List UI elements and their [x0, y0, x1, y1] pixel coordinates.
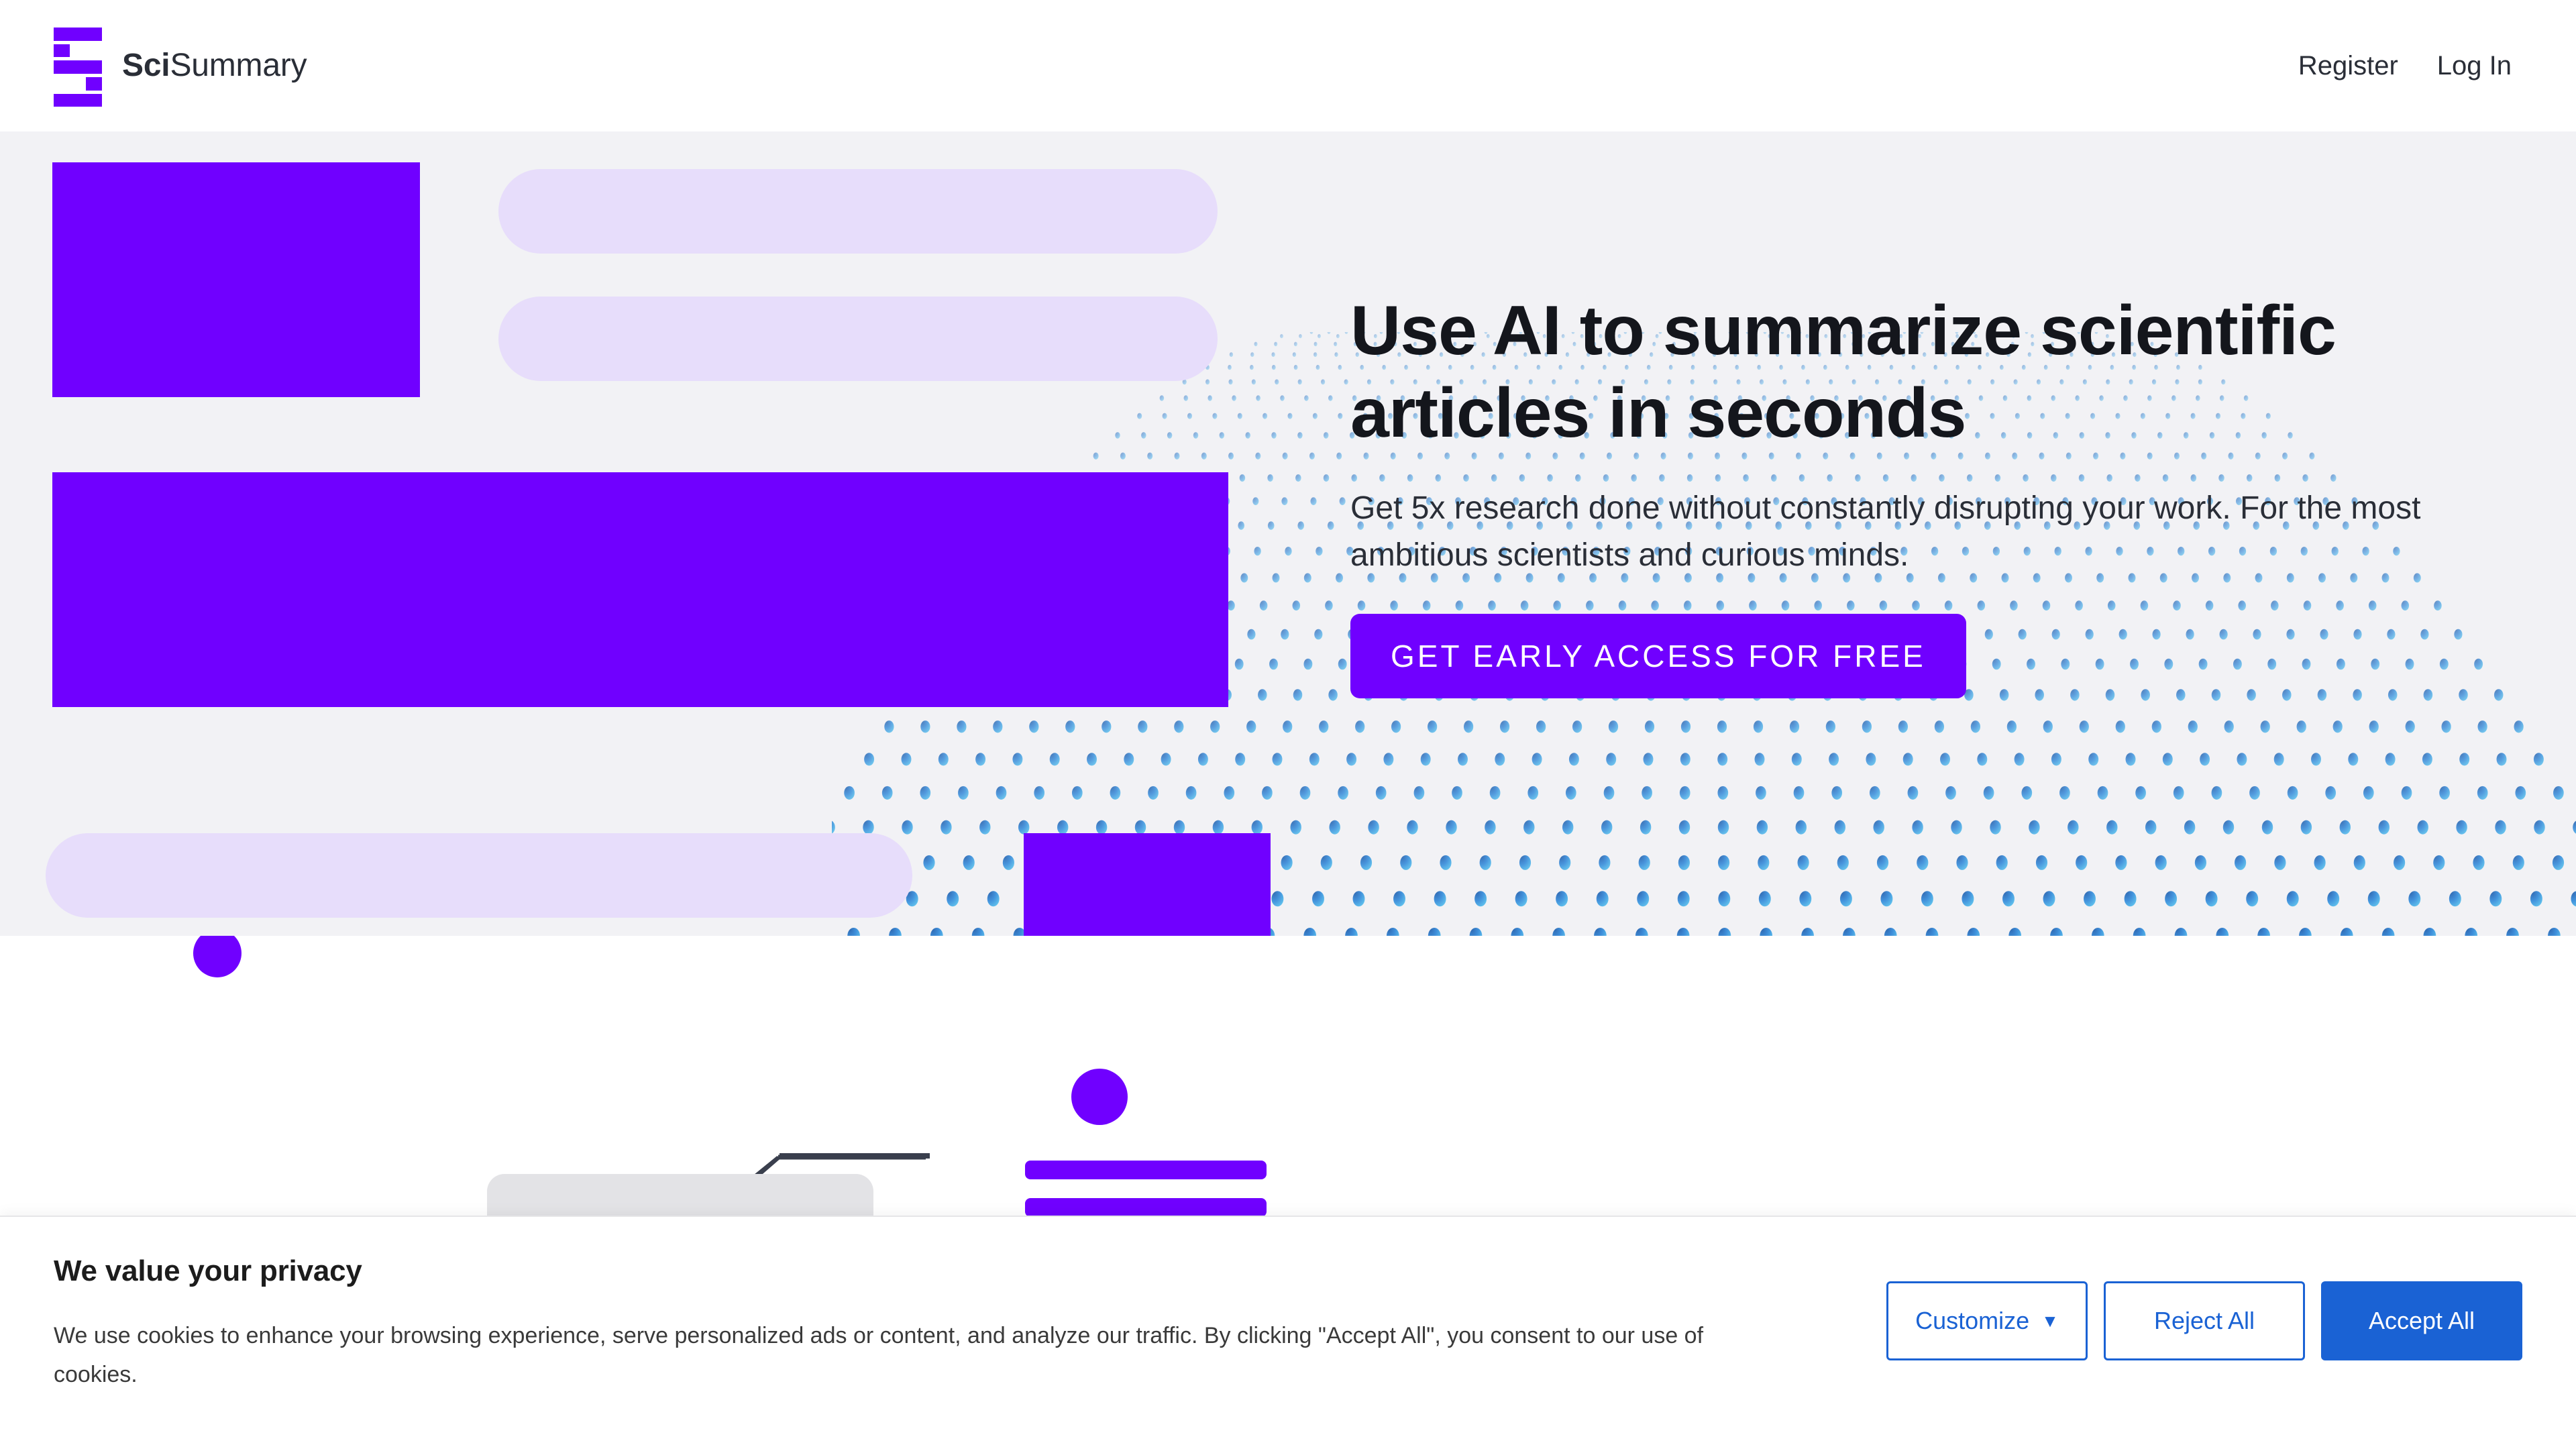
cookie-text-wrap: We value your privacy We use cookies to … — [54, 1254, 1744, 1395]
chevron-down-icon: ▼ — [2041, 1311, 2059, 1331]
brand-name: SciSummary — [122, 50, 307, 82]
header-nav: Register Log In — [2298, 51, 2512, 81]
cookie-banner-actions: Customize ▼ Reject All Accept All — [1886, 1254, 2522, 1360]
brand-name-light: Summary — [170, 48, 307, 83]
hero-section: Use AI to summarize scientific articles … — [0, 131, 2576, 936]
diagram-node-main — [1071, 1069, 1128, 1125]
get-early-access-button[interactable]: GET EARLY ACCESS FOR FREE — [1350, 613, 1966, 698]
hero-title: Use AI to summarize scientific articles … — [1350, 292, 2337, 452]
skeleton-block-banner — [52, 472, 1228, 707]
brand-logo[interactable]: SciSummary — [54, 25, 307, 107]
brand-name-bold: Sci — [122, 48, 170, 83]
hero-copy: Use AI to summarize scientific articles … — [1350, 290, 2451, 698]
cookie-banner-title: We value your privacy — [54, 1254, 362, 1287]
hero-subtitle: Get 5x research done without constantly … — [1350, 490, 2421, 574]
customize-label: Customize — [1915, 1307, 2030, 1334]
nav-register-link[interactable]: Register — [2298, 51, 2398, 81]
diagram-summary-bar-1 — [1025, 1161, 1267, 1179]
skeleton-block-small — [1024, 833, 1271, 936]
skeleton-line-2 — [498, 297, 1218, 381]
cookie-consent-banner: We value your privacy We use cookies to … — [0, 1216, 2576, 1449]
skeleton-block-image — [52, 162, 420, 397]
diagram-summary-bar-2 — [1025, 1198, 1267, 1217]
site-header: SciSummary Register Log In — [0, 0, 2576, 131]
scisummary-bars-logo-icon — [54, 25, 102, 107]
skeleton-line-1 — [498, 169, 1218, 254]
accept-all-button[interactable]: Accept All — [2321, 1281, 2522, 1360]
reject-all-button[interactable]: Reject All — [2104, 1281, 2305, 1360]
skeleton-line-3 — [46, 833, 912, 918]
customize-cookies-button[interactable]: Customize ▼ — [1886, 1281, 2088, 1360]
nav-login-link[interactable]: Log In — [2437, 51, 2512, 81]
cookie-banner-body: We use cookies to enhance your browsing … — [54, 1323, 1704, 1388]
